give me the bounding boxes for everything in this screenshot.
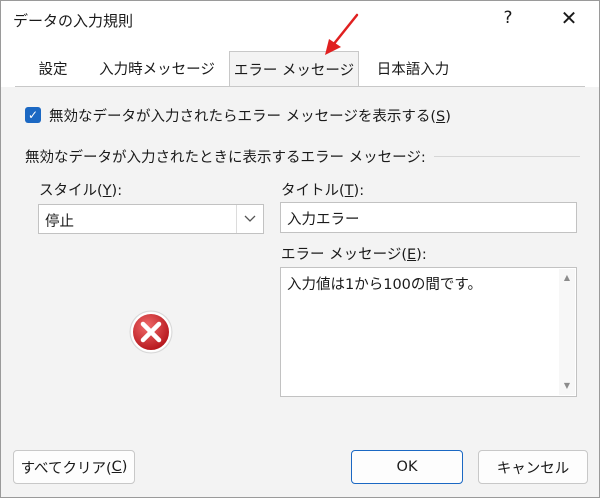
- show-error-checkbox-row[interactable]: ✓ 無効なデータが入力されたらエラー メッセージを表示する(S): [25, 105, 451, 125]
- show-error-mnemonic: S: [435, 108, 446, 125]
- clear-all-button[interactable]: すべてクリア(C): [13, 450, 135, 484]
- style-label-pre: スタイル(: [39, 183, 103, 199]
- clear-all-pre: すべてクリア(: [20, 460, 112, 477]
- show-error-label-pre: 無効なデータが入力されたらエラー メッセージを表示する(: [49, 108, 436, 125]
- style-select[interactable]: 停止: [38, 204, 264, 234]
- show-error-label-post: ): [445, 108, 451, 125]
- scroll-up-icon[interactable]: ▲: [559, 271, 575, 285]
- section-divider: [433, 155, 580, 157]
- annotation-arrow-icon: [325, 13, 359, 55]
- message-scrollbar[interactable]: ▲ ▼: [559, 269, 575, 395]
- style-label: スタイル(Y):: [39, 179, 122, 200]
- data-validation-dialog: データの入力規則 ? ✕ 設定 入力時メッセージ エラー メッセージ 日本語入力…: [0, 0, 600, 498]
- dialog-title: データの入力規則: [13, 12, 134, 30]
- message-label: エラー メッセージ(E):: [281, 243, 427, 264]
- title-label: タイトル(T):: [281, 179, 364, 200]
- section-title: 無効なデータが入力されたときに表示するエラー メッセージ:: [25, 149, 426, 166]
- title-label-post: ):: [353, 183, 365, 199]
- clear-all-post: ): [121, 459, 128, 475]
- message-textarea-value: 入力値は1から100の間です。: [287, 277, 482, 293]
- clear-all-mnemonic: C: [111, 459, 122, 475]
- help-button[interactable]: ?: [497, 8, 519, 28]
- show-error-checkbox-label: 無効なデータが入力されたらエラー メッセージを表示する(S): [49, 105, 451, 126]
- error-message-section: 無効なデータが入力されたときに表示するエラー メッセージ:: [25, 146, 580, 166]
- message-mnemonic: E: [406, 247, 417, 263]
- tab-settings[interactable]: 設定: [23, 55, 83, 85]
- chevron-down-icon[interactable]: [236, 205, 263, 233]
- scroll-down-icon[interactable]: ▼: [559, 379, 575, 393]
- message-label-post: ):: [416, 247, 427, 263]
- title-input-value: 入力エラー: [287, 212, 360, 228]
- message-textarea[interactable]: 入力値は1から100の間です。 ▲ ▼: [280, 267, 577, 397]
- close-button[interactable]: ✕: [557, 6, 581, 30]
- message-label-pre: エラー メッセージ(: [281, 247, 407, 263]
- show-error-checkbox[interactable]: ✓: [25, 107, 41, 123]
- style-mnemonic: Y: [102, 183, 112, 199]
- title-input[interactable]: 入力エラー: [280, 202, 577, 233]
- ok-button[interactable]: OK: [351, 450, 463, 484]
- style-label-post: ):: [111, 183, 123, 199]
- tab-strip: 設定 入力時メッセージ エラー メッセージ 日本語入力: [1, 41, 599, 87]
- style-select-value: 停止: [45, 214, 74, 230]
- title-mnemonic: T: [344, 183, 354, 199]
- tab-ime[interactable]: 日本語入力: [363, 55, 463, 85]
- title-label-pre: タイトル(: [281, 183, 345, 199]
- error-stop-icon: [129, 310, 173, 354]
- cancel-button[interactable]: キャンセル: [478, 450, 588, 484]
- tab-input-message[interactable]: 入力時メッセージ: [87, 55, 227, 85]
- title-bar: データの入力規則 ? ✕: [1, 1, 599, 41]
